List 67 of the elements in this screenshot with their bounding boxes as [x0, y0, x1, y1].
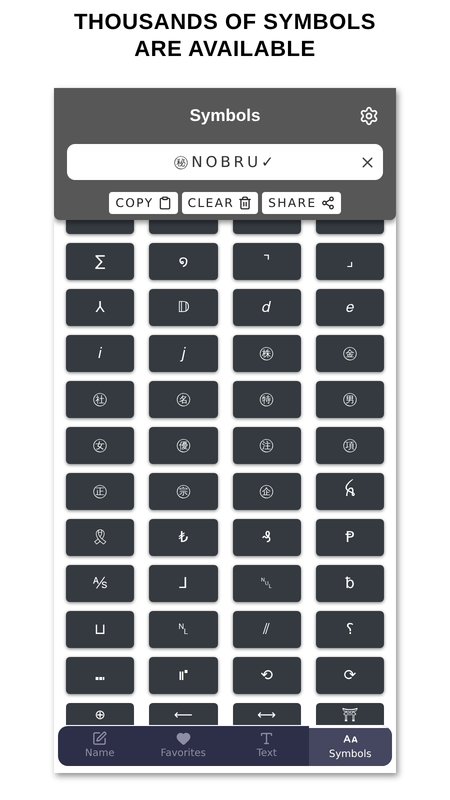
symbol-button[interactable]: 🎗 — [66, 519, 134, 556]
symbol-button[interactable]: ㊕ — [232, 381, 301, 418]
share-button[interactable]: SHARE — [262, 192, 341, 214]
symbol-button[interactable]: ∑ — [66, 243, 134, 280]
clear-button[interactable]: CLEAR — [182, 192, 258, 214]
symbol-button[interactable]: 𝑒 — [316, 289, 384, 326]
symbol-button[interactable]: ㊓ — [66, 381, 134, 418]
symbol-button[interactable] — [66, 220, 134, 234]
symbol-button[interactable]: ⫽ — [232, 611, 301, 648]
symbol-button[interactable]: ⟷ — [232, 703, 301, 725]
symbol-button[interactable]: ƀ — [316, 565, 384, 602]
symbol-button[interactable]: ⅄ — [66, 289, 134, 326]
symbol-button[interactable]: ㊣ — [66, 473, 134, 510]
nav-tab[interactable]: Symbols — [308, 726, 392, 766]
symbol-button[interactable]: ꫝ — [316, 473, 384, 510]
symbol-button[interactable]: ␀ — [232, 565, 301, 602]
symbol-button[interactable]: ⟳ — [316, 657, 384, 694]
symbol-button[interactable]: ₰ — [232, 519, 301, 556]
symbol-button[interactable]: ㊛ — [66, 427, 134, 464]
clipboard-icon — [158, 196, 172, 210]
share-icon — [320, 196, 335, 210]
symbol-button[interactable]: ㊔ — [149, 381, 218, 418]
symbol-button[interactable]: ⅍ — [66, 565, 134, 602]
symbol-button[interactable]: 𝔻 — [149, 289, 218, 326]
symbol-input-field[interactable]: ㊙NOBRU✓ — [67, 144, 351, 180]
symbol-button[interactable]: ⌟ — [316, 243, 384, 280]
symbol-button[interactable] — [149, 220, 218, 234]
symbol-button[interactable]: ⟵ — [149, 703, 218, 725]
symbol-button[interactable]: ㊠ — [316, 427, 384, 464]
pencil-square-icon — [92, 731, 108, 746]
symbol-button[interactable]: ⛩ — [316, 703, 384, 725]
trash-icon — [238, 196, 252, 210]
symbol-button[interactable]: ㊎ — [316, 335, 384, 372]
nav-tab[interactable]: Name — [58, 726, 142, 766]
symbol-button[interactable]: ⅃ — [149, 565, 218, 602]
symbol-button[interactable]: 𝑗 — [149, 335, 218, 372]
symbol-button[interactable]: ⑉ — [66, 657, 134, 694]
symbol-button[interactable]: ⊕ — [66, 703, 134, 725]
symbol-button[interactable]: Ᵽ — [316, 519, 384, 556]
headline: ARE AVAILABLE — [134, 35, 316, 62]
symbol-button[interactable]: ㊝ — [149, 427, 218, 464]
symbol-button[interactable]: ㊚ — [316, 381, 384, 418]
symbol-button[interactable]: ␤ — [149, 611, 218, 648]
text-size-icon — [259, 731, 274, 746]
nav-tab[interactable]: Text — [225, 726, 308, 766]
symbol-button[interactable] — [232, 220, 301, 234]
nav-tab[interactable]: Favorites — [142, 726, 225, 766]
symbol-button[interactable]: ㊑ — [232, 335, 301, 372]
copy-button[interactable]: COPY — [109, 192, 178, 214]
symbol-button[interactable]: ㊟ — [232, 427, 301, 464]
symbol-button[interactable]: ⟲ — [232, 657, 301, 694]
symbol-button[interactable]: ⌝ — [232, 243, 301, 280]
settings-icon[interactable] — [359, 106, 379, 126]
app-title: Symbols — [190, 105, 260, 128]
symbol-button[interactable]: ₺ — [149, 519, 218, 556]
symbol-button[interactable]: 𝑖 — [66, 335, 134, 372]
clear-input-button[interactable] — [351, 144, 383, 180]
headline: THOUSANDS OF SYMBOLS — [74, 8, 376, 35]
symbol-button[interactable] — [316, 220, 384, 234]
symbol-button[interactable]: ⑈ — [149, 657, 218, 694]
symbol-button[interactable]: ⸮ — [316, 611, 384, 648]
symbol-button[interactable]: ㊪ — [149, 473, 218, 510]
heart-icon — [176, 731, 191, 746]
symbol-button[interactable]: ㊭ — [232, 473, 301, 510]
symbol-button[interactable]: ໑ — [149, 243, 218, 280]
symbol-button[interactable]: 𝑑 — [232, 289, 301, 326]
symbol-button[interactable]: ⊔ — [66, 611, 134, 648]
